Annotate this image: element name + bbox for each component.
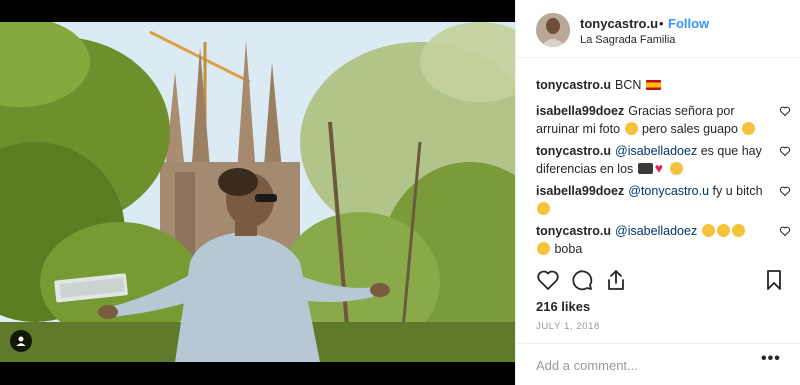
comments-list: tonycastro.u BCN isabella99doez Gracias se…	[536, 76, 791, 262]
laughing-emoji-icon	[701, 224, 715, 237]
camera-emoji-icon	[637, 163, 653, 174]
kiss-emoji-icon	[731, 224, 745, 237]
comment-item: isabella99doez @tonycastro.u fy u bitch	[536, 182, 791, 218]
comment-username[interactable]: tonycastro.u	[536, 144, 611, 158]
wink-emoji-icon	[669, 162, 683, 175]
laughing-emoji-icon	[716, 224, 730, 237]
user-tag-button[interactable]	[10, 330, 32, 352]
comment-item: isabella99doez Gracias señora por arruina…	[536, 102, 791, 138]
heart-eyes-emoji-icon	[742, 122, 756, 135]
letterbox-bottom	[0, 362, 515, 385]
post-actions	[536, 268, 786, 296]
red-heart-emoji-icon	[655, 159, 668, 177]
header-username[interactable]: tonycastro.u	[580, 16, 658, 31]
sweat-smile-emoji-icon	[537, 202, 550, 215]
more-options-button[interactable]: •••	[761, 350, 781, 368]
likes-count[interactable]: 216 likes	[536, 299, 590, 314]
avatar-image	[536, 13, 570, 47]
comment-username[interactable]: tonycastro.u	[536, 224, 611, 238]
comment-text-continued: pero sales guapo	[642, 122, 738, 136]
smile-emoji-icon	[624, 122, 638, 135]
comment-mention[interactable]: @isabelladoez	[615, 224, 697, 238]
like-heart-icon[interactable]	[536, 268, 560, 292]
comment-item: tonycastro.u @isabelladoez es que hay dif…	[536, 142, 791, 178]
header-separator: •	[659, 16, 664, 31]
post-header: tonycastro.u • Follow La Sagrada Familia	[516, 0, 800, 58]
comment-username[interactable]: isabella99doez	[536, 184, 624, 198]
add-comment-input[interactable]	[536, 355, 736, 375]
caption-text: BCN	[615, 78, 642, 92]
photo-illustration	[0, 22, 515, 362]
comment-icon[interactable]	[570, 268, 594, 292]
comment-mention[interactable]: @isabelladoez	[615, 144, 697, 158]
follow-button[interactable]: Follow	[668, 16, 709, 31]
post-date[interactable]: JULY 1, 2018	[536, 321, 600, 332]
instagram-post: tonycastro.u • Follow La Sagrada Familia…	[0, 0, 800, 385]
comment-like-heart-icon[interactable]	[779, 225, 791, 237]
post-photo[interactable]	[0, 22, 515, 362]
share-icon[interactable]	[604, 268, 628, 292]
comment-text: boba	[554, 242, 583, 256]
comment-item: tonycastro.u @isabelladoez boba	[536, 222, 791, 258]
comment-like-heart-icon[interactable]	[779, 105, 791, 117]
post-side-panel: tonycastro.u • Follow La Sagrada Familia…	[515, 0, 800, 385]
caption: tonycastro.u BCN	[536, 76, 791, 94]
caption-username[interactable]: tonycastro.u	[536, 78, 611, 92]
letterbox-top	[0, 0, 515, 22]
location-link[interactable]: La Sagrada Familia	[580, 34, 675, 46]
add-comment-area: •••	[516, 343, 800, 385]
comment-username[interactable]: isabella99doez	[536, 104, 624, 118]
save-bookmark-icon[interactable]	[762, 268, 786, 292]
kiss-emoji-icon	[537, 242, 550, 255]
comment-text: fy u bitch	[712, 184, 763, 198]
comment-like-heart-icon[interactable]	[779, 145, 791, 157]
avatar[interactable]	[536, 13, 570, 47]
user-tag-icon	[16, 336, 26, 346]
spain-flag-icon	[645, 80, 661, 90]
comment-like-heart-icon[interactable]	[779, 185, 791, 197]
comment-mention[interactable]: @tonycastro.u	[628, 184, 709, 198]
